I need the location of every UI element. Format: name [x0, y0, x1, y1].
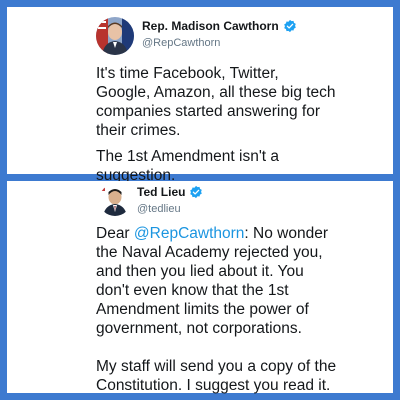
display-name[interactable]: Ted Lieu	[137, 185, 185, 199]
tweet-header: Rep. Madison Cawthorn @RepCawthorn	[142, 19, 297, 49]
tweet-paragraph: Dear @RepCawthorn: No wonder the Naval A…	[96, 224, 341, 338]
tweet-text: It's time Facebook, Twitter, Google, Ama…	[96, 64, 336, 192]
mention-link[interactable]: @RepCawthorn	[134, 225, 245, 242]
avatar-lieu[interactable]	[99, 184, 131, 216]
tweet-paragraph: The 1st Amendment isn't a suggestion.	[96, 148, 280, 184]
tweet-text: Dear @RepCawthorn: No wonder the Naval A…	[96, 224, 341, 400]
tweet-paragraph: It's time Facebook, Twitter, Google, Ama…	[96, 65, 336, 139]
tweet-paragraph: My staff will send you a copy of the Con…	[96, 358, 337, 394]
verified-badge-icon	[190, 185, 203, 199]
display-name[interactable]: Rep. Madison Cawthorn	[142, 19, 279, 33]
tweet-card-lieu[interactable]: Ted Lieu @tedlieu Dear @RepCawthorn: No …	[7, 181, 393, 394]
user-handle[interactable]: @tedlieu	[137, 203, 203, 215]
avatar-cawthorn[interactable]	[96, 17, 134, 55]
verified-badge-icon	[283, 19, 296, 33]
user-handle[interactable]: @RepCawthorn	[142, 37, 297, 49]
tweet-header: Ted Lieu @tedlieu	[137, 185, 203, 215]
greeting-text: Dear	[96, 225, 134, 242]
tweet-card-cawthorn[interactable]: Rep. Madison Cawthorn @RepCawthorn It's …	[7, 7, 393, 184]
collage-background: Rep. Madison Cawthorn @RepCawthorn It's …	[0, 0, 400, 400]
